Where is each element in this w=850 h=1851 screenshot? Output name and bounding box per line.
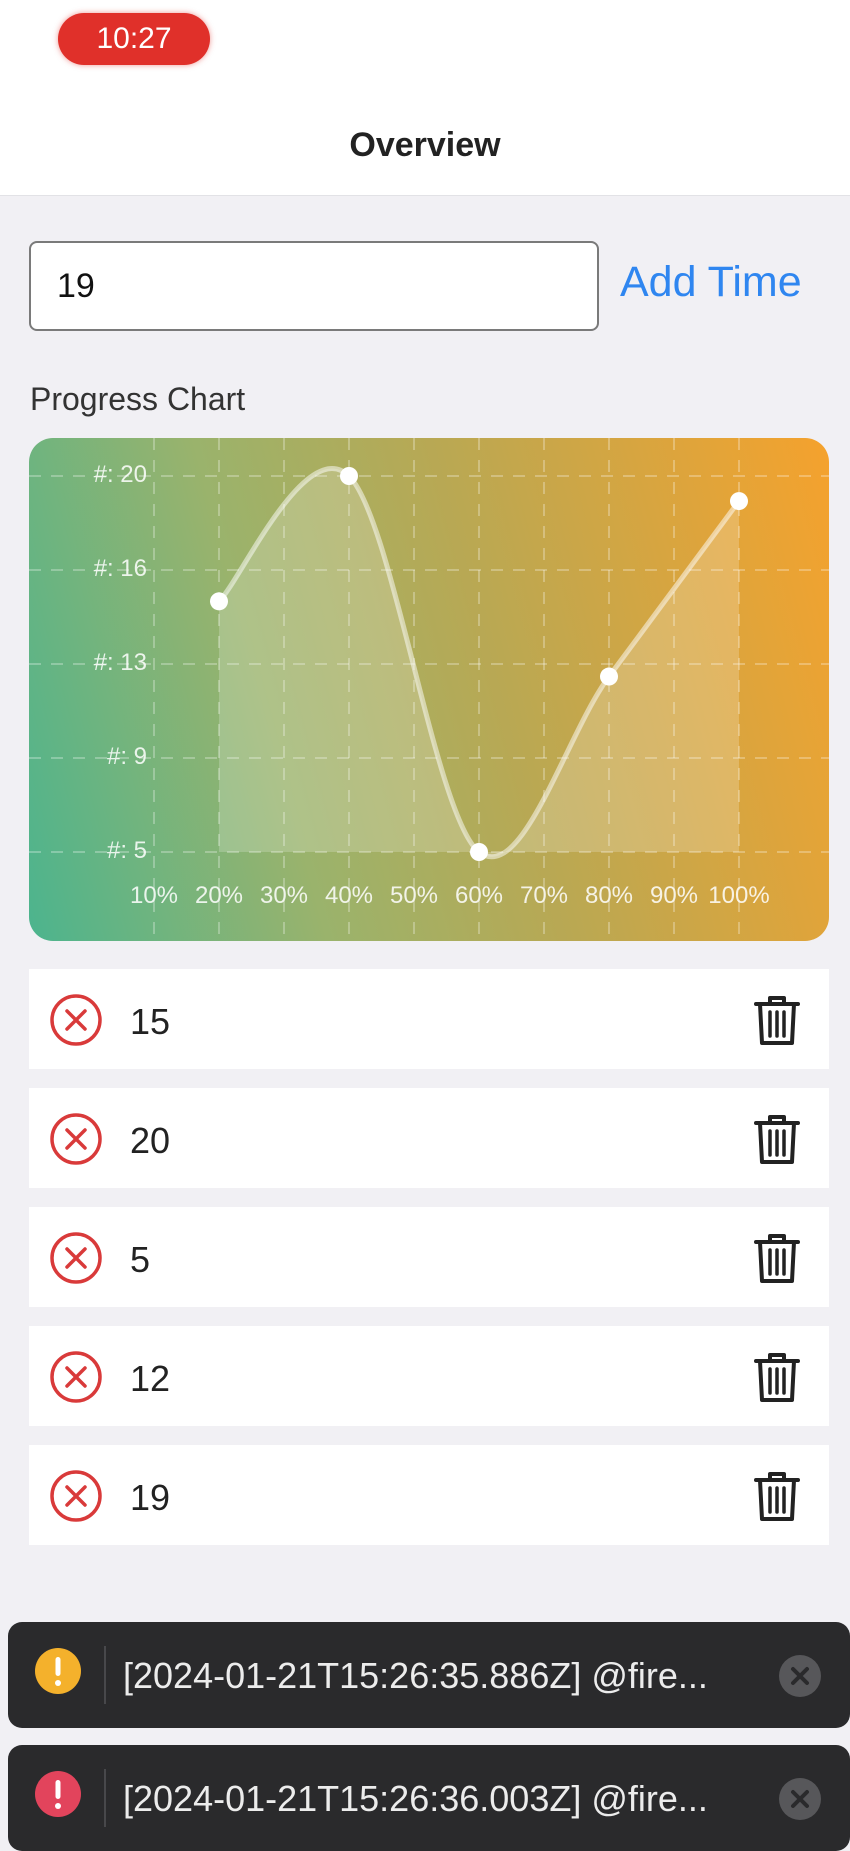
list-item-value: 19 [130,1477,171,1518]
list-item-value: 5 [130,1239,151,1280]
data-point [730,492,748,511]
list-item: 5 [29,1207,829,1307]
page-title: Overview [349,126,501,164]
y-tick-label: #: 20 [94,461,147,488]
toast-message: [2024-01-21T15:26:36.003Z] @fire... [123,1778,708,1819]
x-tick-label: 40% [325,882,373,909]
list-item: 15 [29,969,829,1069]
toast-divider [104,1769,106,1827]
list-item: 20 [29,1088,829,1188]
warning-icon [35,1648,81,1694]
trash-icon[interactable] [753,994,801,1046]
list-item: 12 [29,1326,829,1426]
x-tick-label: 70% [520,882,568,909]
log-toast[interactable]: [2024-01-21T15:26:36.003Z] @fire... [8,1745,850,1851]
x-tick-label: 90% [650,882,698,909]
toast-divider [104,1646,106,1704]
nav-bar: Overview [0,90,850,196]
close-icon[interactable] [778,1777,822,1821]
trash-icon[interactable] [753,1113,801,1165]
toast-message: [2024-01-21T15:26:35.886Z] @fire... [123,1655,708,1696]
data-point [470,843,488,861]
trash-icon[interactable] [753,1470,801,1522]
y-tick-label: #: 9 [107,743,147,770]
time-input[interactable] [29,241,599,331]
trash-icon[interactable] [753,1232,801,1284]
chart-label: Progress Chart [30,381,246,417]
remove-circle-icon[interactable] [49,1231,103,1285]
list-item-value: 15 [130,1001,171,1042]
status-time: 10:27 [58,13,210,65]
remove-circle-icon[interactable] [49,993,103,1047]
x-tick-label: 30% [260,882,308,909]
add-time-button[interactable]: Add Time [620,258,802,307]
data-point [340,467,358,485]
list-item: 19 [29,1445,829,1545]
x-tick-label: 10% [130,882,178,909]
x-tick-label: 80% [585,882,633,909]
trash-icon[interactable] [753,1351,801,1403]
x-tick-label: 100% [708,882,769,909]
data-point [600,667,618,686]
remove-circle-icon[interactable] [49,1112,103,1166]
close-icon[interactable] [778,1654,822,1698]
x-tick-label: 20% [195,882,243,909]
chart-svg: #: 20 #: 16 #: 13 #: 9 #: 5 10% 20% 30% 40% 50% 60… [29,438,829,941]
remove-circle-icon[interactable] [49,1469,103,1523]
x-tick-label: 60% [455,882,503,909]
list-item-value: 12 [130,1358,171,1399]
list-item-value: 20 [130,1120,171,1161]
error-icon [35,1771,81,1817]
data-point [210,592,228,611]
y-tick-label: #: 5 [107,837,147,864]
x-tick-label: 50% [390,882,438,909]
y-tick-label: #: 16 [94,555,147,582]
log-toast[interactable]: [2024-01-21T15:26:35.886Z] @fire... [8,1622,850,1728]
progress-chart: #: 20 #: 16 #: 13 #: 9 #: 5 10% 20% 30% 40% 50% 60… [29,438,829,941]
status-bar: 10:27 [0,0,850,90]
remove-circle-icon[interactable] [49,1350,103,1404]
y-tick-label: #: 13 [94,649,147,676]
